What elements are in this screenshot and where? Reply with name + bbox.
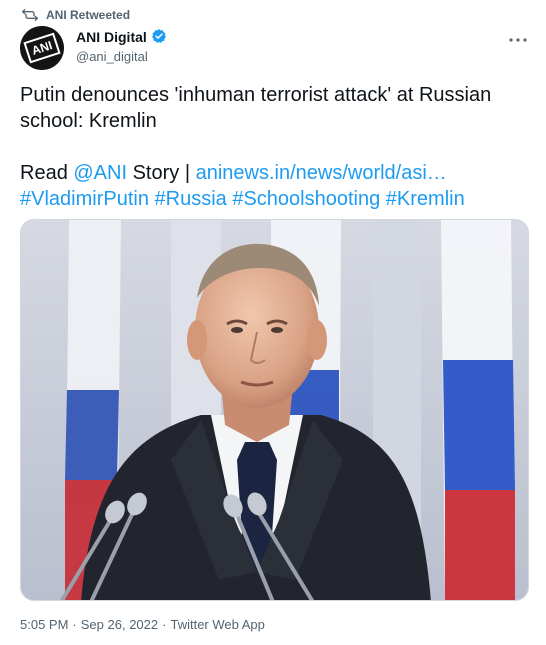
hashtag-link[interactable]: #VladimirPutin (20, 188, 149, 210)
avatar[interactable]: ANI (20, 26, 64, 70)
mention-link[interactable]: @ANI (73, 162, 127, 184)
tweet-time[interactable]: 5:05 PM (20, 617, 68, 632)
retweet-icon (22, 8, 38, 22)
article-link[interactable]: aninews.in/news/world/asi… (196, 162, 447, 184)
author-block: ANI Digital @ani_digital (76, 28, 167, 64)
tweet-source[interactable]: Twitter Web App (170, 617, 264, 632)
tweet-timestamp: 5:05 PM · Sep 26, 2022 · Twitter Web App (20, 617, 265, 632)
author-handle[interactable]: @ani_digital (76, 49, 167, 64)
author-name[interactable]: ANI Digital (76, 29, 147, 45)
putin-speaking-at-podium-image (21, 220, 528, 600)
retweet-context[interactable]: ANI Retweeted (22, 6, 130, 24)
more-options-button[interactable] (504, 28, 532, 48)
story-text: Story | (127, 162, 196, 184)
read-prefix: Read (20, 162, 74, 184)
more-options-icon (509, 29, 527, 47)
tweet-read-line: Read @ANI Story | aninews.in/news/world/… (20, 160, 530, 186)
hashtag-link[interactable]: #Schoolshooting (232, 188, 380, 210)
tweet-headline: Putin denounces 'inhuman terrorist attac… (20, 82, 530, 134)
tweet-photo[interactable] (20, 219, 529, 601)
hashtag-link[interactable]: #Kremlin (386, 188, 465, 210)
timestamp-separator: · (72, 617, 77, 632)
retweet-label: ANI Retweeted (46, 8, 131, 22)
tweet-text: Putin denounces 'inhuman terrorist attac… (20, 82, 530, 212)
tweet-card: ANI Retweeted ANI ANI Digital @ani_digit… (0, 0, 546, 645)
hashtag-link[interactable]: #Russia (155, 188, 227, 210)
tweet-line-2: school: Kremlin (20, 110, 157, 132)
timestamp-separator: · (162, 617, 167, 632)
verified-badge-icon (151, 28, 167, 47)
tweet-line-1: Putin denounces 'inhuman terrorist attac… (20, 84, 492, 106)
hashtag-line: #VladimirPutin #Russia #Schoolshooting #… (20, 186, 530, 212)
tweet-date[interactable]: Sep 26, 2022 (81, 617, 158, 632)
